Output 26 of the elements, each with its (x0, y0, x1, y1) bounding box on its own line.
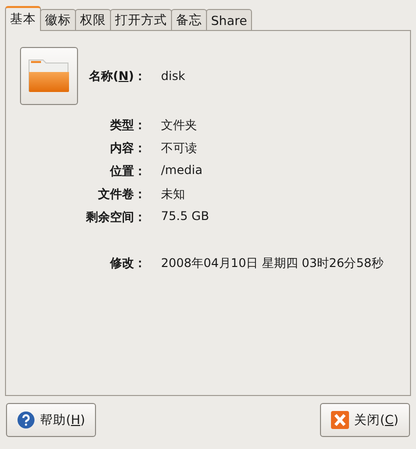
modified-label: 修改： (108, 255, 146, 272)
close-button[interactable]: 关闭(C) (320, 403, 410, 437)
modified-value: 2008年04月10日 星期四 03时26分58秒 (161, 255, 384, 272)
tab[interactable]: 备忘 (171, 9, 207, 30)
icon-button[interactable] (20, 47, 78, 105)
tab[interactable]: 徽标 (40, 9, 76, 30)
tab[interactable]: Share (206, 9, 252, 30)
name-value: disk (161, 69, 186, 83)
tab[interactable]: 权限 (75, 9, 111, 30)
name-label: 名称(N)： (88, 68, 146, 84)
help-icon (17, 411, 35, 429)
folder-icon (27, 58, 71, 94)
tab[interactable]: 打开方式 (110, 9, 172, 30)
property-value: 文件夹 (161, 117, 198, 134)
property-value: 不可读 (161, 140, 198, 157)
property-label: 类型： (109, 117, 146, 134)
close-icon (331, 411, 349, 429)
property-label: 位置： (108, 163, 146, 180)
property-value: 75.5 GB (161, 209, 210, 225)
property-label: 内容： (109, 140, 146, 157)
property-value: 未知 (161, 186, 186, 203)
property-value: /media (161, 163, 204, 179)
tab[interactable]: 基本 (5, 6, 41, 31)
help-button[interactable]: 帮助(H) (6, 403, 96, 437)
property-label: 剩余空间： (84, 209, 146, 226)
property-label: 文件卷： (97, 186, 146, 203)
